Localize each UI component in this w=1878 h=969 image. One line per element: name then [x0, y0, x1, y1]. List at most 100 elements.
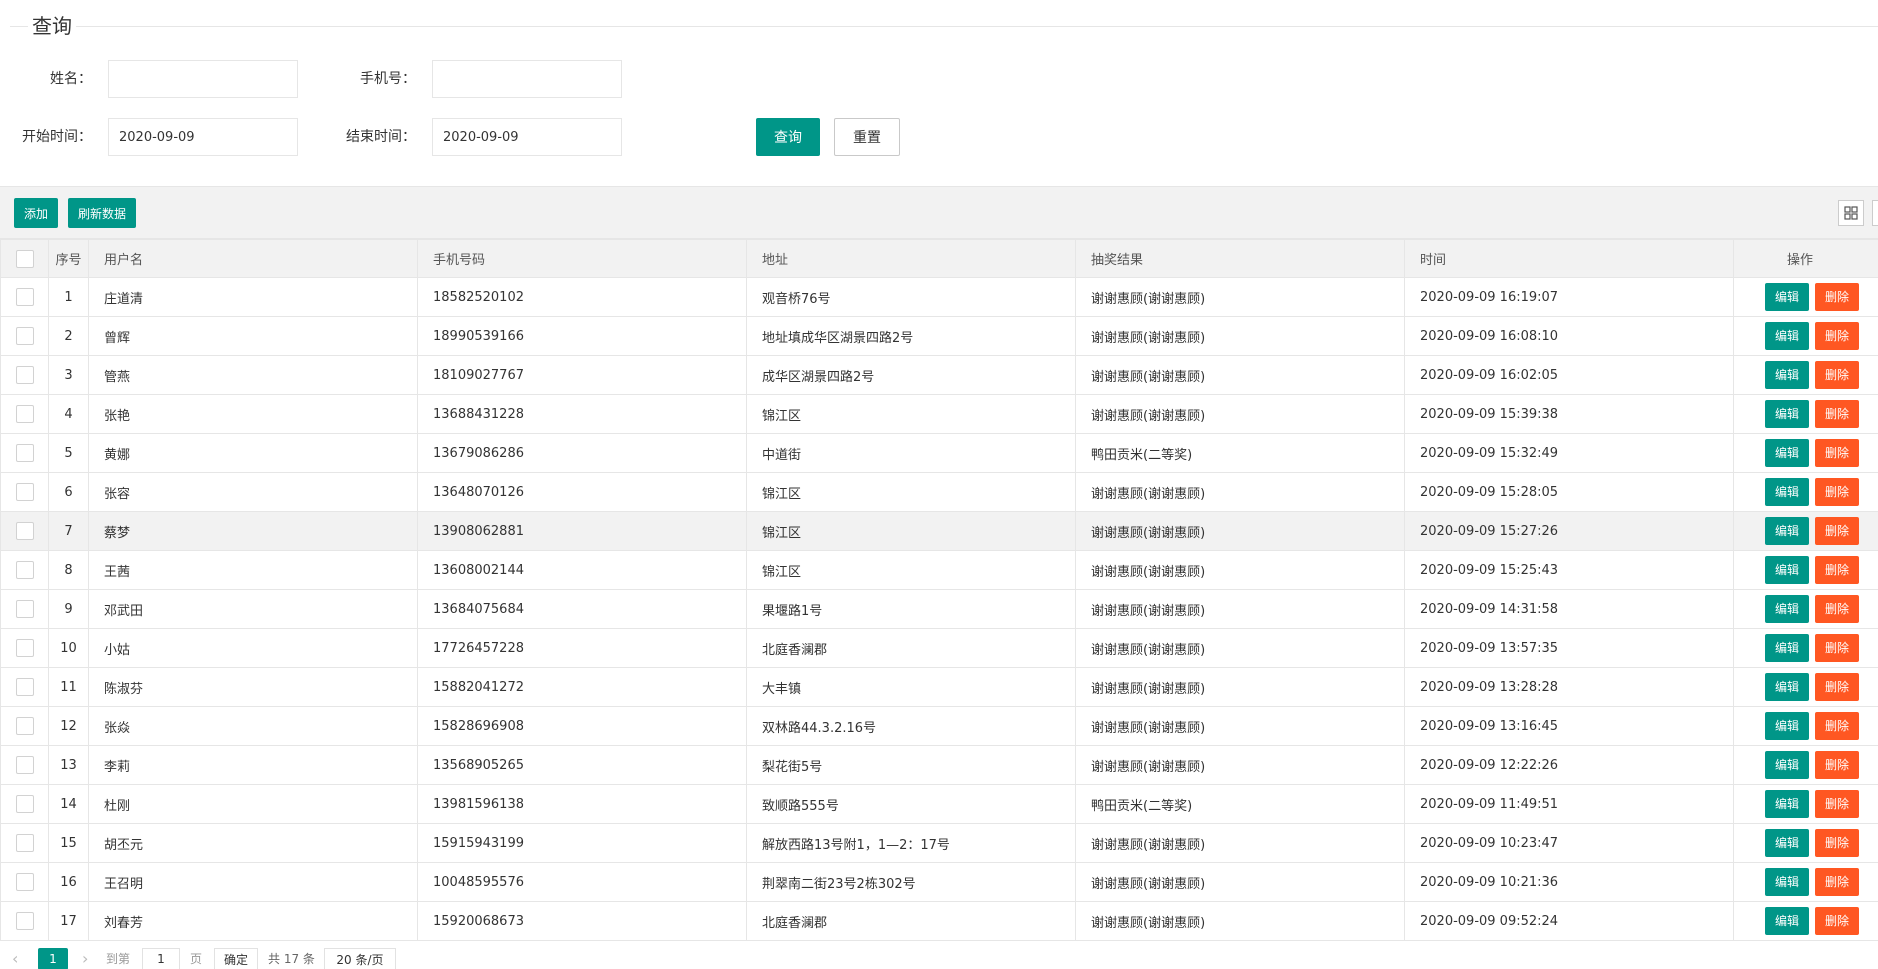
- reset-button[interactable]: 重置: [834, 118, 900, 156]
- table-row[interactable]: 8 王茜 13608002144 锦江区 谢谢惠顾(谢谢惠顾) 2020-09-09 15…: [0, 550, 1878, 590]
- table-row[interactable]: 4 张艳 13688431228 锦江区 谢谢惠顾(谢谢惠顾) 2020-09-09 15…: [0, 394, 1878, 434]
- row-select-cell[interactable]: [0, 394, 49, 434]
- edit-button[interactable]: 编辑: [1765, 322, 1810, 350]
- delete-button[interactable]: 删除: [1815, 556, 1860, 584]
- table-row[interactable]: 13 李莉 13568905265 梨花街5号 谢谢惠顾(谢谢惠顾) 2020-09-09…: [0, 745, 1878, 785]
- row-checkbox[interactable]: [15, 561, 34, 579]
- row-checkbox[interactable]: [15, 522, 34, 540]
- edit-button[interactable]: 编辑: [1765, 400, 1810, 428]
- table-row[interactable]: 12 张焱 15828696908 双林路44.3.2.16号 谢谢惠顾(谢谢惠顾) 20…: [0, 706, 1878, 746]
- edit-button[interactable]: 编辑: [1765, 751, 1810, 779]
- row-checkbox[interactable]: [15, 288, 34, 306]
- table-row[interactable]: 5 黄娜 13679086286 中道街 鸭田贡米(二等奖) 2020-09-09 15:…: [0, 433, 1878, 473]
- phone-input[interactable]: [432, 60, 622, 98]
- select-all-cell[interactable]: [0, 239, 49, 278]
- row-select-cell[interactable]: [0, 706, 49, 746]
- delete-button[interactable]: 删除: [1815, 595, 1860, 623]
- table-row[interactable]: 2 曾辉 18990539166 地址填成华区湖景四路2号 谢谢惠顾(谢谢惠顾) 2020…: [0, 316, 1878, 356]
- delete-button[interactable]: 删除: [1815, 400, 1860, 428]
- row-select-cell[interactable]: [0, 316, 49, 356]
- edit-button[interactable]: 编辑: [1765, 829, 1810, 857]
- edit-button[interactable]: 编辑: [1765, 673, 1810, 701]
- row-checkbox[interactable]: [15, 756, 34, 774]
- delete-button[interactable]: 删除: [1815, 283, 1860, 311]
- row-select-cell[interactable]: [0, 901, 49, 941]
- delete-button[interactable]: 删除: [1815, 790, 1860, 818]
- row-select-cell[interactable]: [0, 355, 49, 395]
- row-checkbox[interactable]: [15, 327, 34, 345]
- query-button[interactable]: 查询: [756, 118, 820, 156]
- name-input[interactable]: [108, 60, 298, 98]
- edit-button[interactable]: 编辑: [1765, 907, 1810, 935]
- table-row[interactable]: 15 胡丕元 15915943199 解放西路13号附1，1—2：17号 谢谢惠顾(谢谢…: [0, 823, 1878, 863]
- chevron-right-icon[interactable]: ›: [82, 948, 88, 969]
- add-button[interactable]: 添加: [14, 198, 59, 228]
- delete-button[interactable]: 删除: [1815, 634, 1860, 662]
- row-checkbox[interactable]: [15, 483, 34, 501]
- delete-button[interactable]: 删除: [1815, 868, 1860, 896]
- row-checkbox[interactable]: [15, 678, 34, 696]
- row-select-cell[interactable]: [0, 589, 49, 629]
- table-row[interactable]: 11 陈淑芬 15882041272 大丰镇 谢谢惠顾(谢谢惠顾) 2020-09-09 …: [0, 667, 1878, 707]
- row-select-cell[interactable]: [0, 784, 49, 824]
- edit-button[interactable]: 编辑: [1765, 283, 1810, 311]
- start-time-input[interactable]: [108, 118, 298, 156]
- edit-button[interactable]: 编辑: [1765, 790, 1810, 818]
- row-select-cell[interactable]: [0, 862, 49, 902]
- edit-button[interactable]: 编辑: [1765, 478, 1810, 506]
- confirm-button[interactable]: 确定: [214, 948, 258, 969]
- delete-button[interactable]: 删除: [1815, 673, 1860, 701]
- row-select-cell[interactable]: [0, 277, 49, 317]
- select-all-checkbox[interactable]: [15, 249, 34, 268]
- table-row[interactable]: 9 邓武田 13684075684 果堰路1号 谢谢惠顾(谢谢惠顾) 2020-09-09…: [0, 589, 1878, 629]
- columns-filter-button[interactable]: [1838, 200, 1864, 226]
- row-checkbox[interactable]: [15, 717, 34, 735]
- delete-button[interactable]: 删除: [1815, 751, 1860, 779]
- row-select-cell[interactable]: [0, 628, 49, 668]
- page-size-select[interactable]: 20 条/页: [324, 948, 396, 969]
- delete-button[interactable]: 删除: [1815, 829, 1860, 857]
- goto-page-input[interactable]: [142, 948, 180, 969]
- edit-button[interactable]: 编辑: [1765, 517, 1810, 545]
- row-select-cell[interactable]: [0, 745, 49, 785]
- delete-button[interactable]: 删除: [1815, 517, 1860, 545]
- row-checkbox[interactable]: [15, 639, 34, 657]
- edit-button[interactable]: 编辑: [1765, 868, 1810, 896]
- delete-button[interactable]: 删除: [1815, 478, 1860, 506]
- table-row[interactable]: 16 王召明 10048595576 荆翠南二街23号2栋302号 谢谢惠顾(谢谢惠顾)…: [0, 862, 1878, 902]
- end-time-input[interactable]: [432, 118, 622, 156]
- export-button[interactable]: [1872, 200, 1878, 226]
- table-row[interactable]: 3 管燕 18109027767 成华区湖景四路2号 谢谢惠顾(谢谢惠顾) 2020-09…: [0, 355, 1878, 395]
- table-row[interactable]: 1 庄道清 18582520102 观音桥76号 谢谢惠顾(谢谢惠顾) 2020-09-0…: [0, 277, 1878, 317]
- edit-button[interactable]: 编辑: [1765, 634, 1810, 662]
- row-checkbox[interactable]: [15, 444, 34, 462]
- delete-button[interactable]: 删除: [1815, 361, 1860, 389]
- table-row[interactable]: 10 小姑 17726457228 北庭香澜郡 谢谢惠顾(谢谢惠顾) 2020-09-09…: [0, 628, 1878, 668]
- row-checkbox[interactable]: [15, 834, 34, 852]
- table-row[interactable]: 14 杜刚 13981596138 致顺路555号 鸭田贡米(二等奖) 2020-09-0…: [0, 784, 1878, 824]
- row-checkbox[interactable]: [15, 795, 34, 813]
- row-select-cell[interactable]: [0, 511, 49, 551]
- chevron-left-icon[interactable]: ‹: [12, 948, 18, 969]
- row-checkbox[interactable]: [15, 912, 34, 930]
- delete-button[interactable]: 删除: [1815, 907, 1860, 935]
- edit-button[interactable]: 编辑: [1765, 595, 1810, 623]
- row-checkbox[interactable]: [15, 873, 34, 891]
- table-row[interactable]: 6 张容 13648070126 锦江区 谢谢惠顾(谢谢惠顾) 2020-09-09 15…: [0, 472, 1878, 512]
- row-select-cell[interactable]: [0, 472, 49, 512]
- row-select-cell[interactable]: [0, 823, 49, 863]
- table-row[interactable]: 17 刘春芳 15920068673 北庭香澜郡 谢谢惠顾(谢谢惠顾) 2020-09-0…: [0, 901, 1878, 941]
- edit-button[interactable]: 编辑: [1765, 556, 1810, 584]
- row-checkbox[interactable]: [15, 366, 34, 384]
- row-checkbox[interactable]: [15, 600, 34, 618]
- edit-button[interactable]: 编辑: [1765, 712, 1810, 740]
- page-1-button[interactable]: 1: [38, 948, 68, 969]
- row-checkbox[interactable]: [15, 405, 34, 423]
- edit-button[interactable]: 编辑: [1765, 439, 1810, 467]
- row-select-cell[interactable]: [0, 433, 49, 473]
- refresh-button[interactable]: 刷新数据: [68, 198, 137, 228]
- delete-button[interactable]: 删除: [1815, 712, 1860, 740]
- delete-button[interactable]: 删除: [1815, 439, 1860, 467]
- row-select-cell[interactable]: [0, 550, 49, 590]
- row-select-cell[interactable]: [0, 667, 49, 707]
